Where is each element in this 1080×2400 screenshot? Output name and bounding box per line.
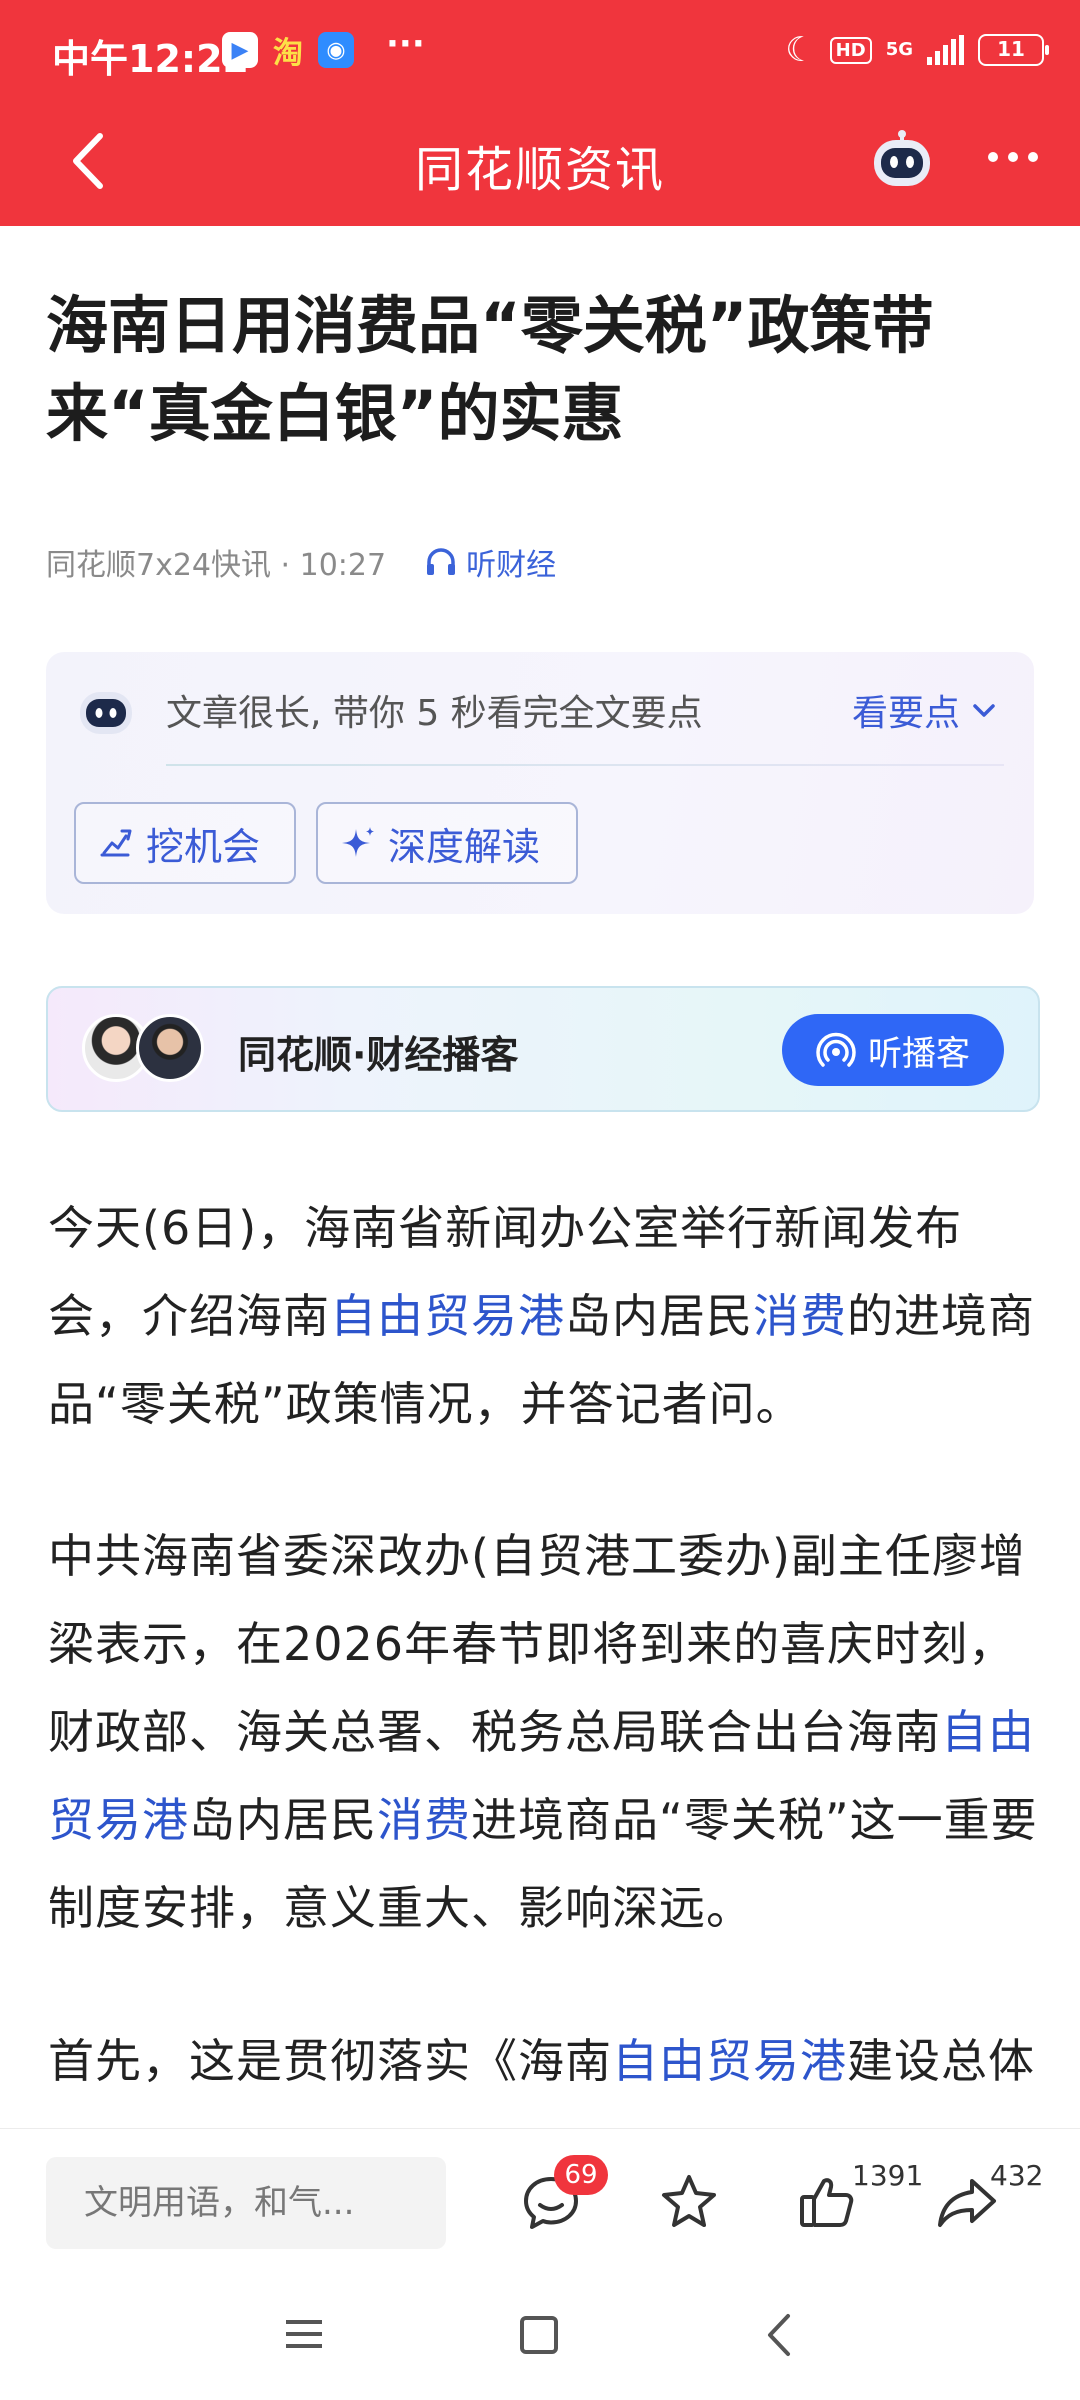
ai-assistant-button[interactable] xyxy=(866,126,938,198)
article-paragraph: 中共海南省委深改办(自贸港工委办)副主任廖增梁表示，在2026年春节即将到来的喜… xyxy=(48,1512,1044,1952)
like-button[interactable] xyxy=(794,2169,860,2239)
divider xyxy=(166,764,1004,766)
paragraph-text: 中共海南省委深改办(自贸港工委办)副主任廖增梁表示，在2026年春节即将到来的喜… xyxy=(48,1529,1026,1759)
status-app-icons: ▶ 淘 ◉ xyxy=(222,32,354,71)
article-headline: 海南日用消费品“零关税”政策带来“真金白银”的实惠 xyxy=(46,289,934,450)
video-app-icon: ▶ xyxy=(222,32,258,68)
keyword-link[interactable]: 自由贸易港 xyxy=(330,1289,565,1343)
more-icon xyxy=(988,152,998,162)
do-not-disturb-icon: ☾ xyxy=(785,30,816,70)
robot-icon xyxy=(874,130,930,186)
ai-summary-card: 文章很长, 带你 5 秒看完全文要点 看要点 挖机会 深度解读 xyxy=(46,652,1034,914)
paragraph-text: 首先，这是贯彻落实《海南 xyxy=(48,2034,612,2088)
top-nav-bar: 同花顺资讯 xyxy=(0,100,1080,226)
battery-icon: 11 xyxy=(978,34,1049,66)
sparkle-icon xyxy=(342,827,374,857)
keyword-link[interactable]: 自由贸易港 xyxy=(612,2034,847,2088)
system-back-button[interactable] xyxy=(758,2310,802,2364)
status-time: 中午12:22 xyxy=(52,37,249,81)
chevron-down-icon xyxy=(973,704,995,717)
chevron-left-icon xyxy=(768,2314,790,2356)
keyword-link[interactable]: 消费 xyxy=(377,1793,471,1847)
favorite-button[interactable] xyxy=(656,2169,722,2239)
like-count: 1391 xyxy=(852,2159,924,2192)
listen-podcast-label: 听播客 xyxy=(868,1033,970,1074)
view-key-points-button[interactable]: 看要点 xyxy=(852,684,998,736)
hd-call-icon: HD xyxy=(829,36,872,64)
host-avatar-male xyxy=(136,1014,204,1082)
article-source-time: 同花顺7x24快讯 · 10:27 xyxy=(46,548,387,583)
home-button[interactable] xyxy=(520,2316,558,2354)
menu-icon xyxy=(286,2320,322,2348)
paragraph-text: 岛内居民 xyxy=(565,1289,753,1343)
article-meta: 同花顺7x24快讯 · 10:27 听财经 xyxy=(46,540,556,584)
recent-apps-button[interactable] xyxy=(282,2312,326,2360)
share-count: 432 xyxy=(990,2159,1044,2192)
paragraph-text: 岛内居民 xyxy=(189,1793,377,1847)
article-paragraph: 首先，这是贯彻落实《海南自由贸易港建设总体方案》的具体举措 xyxy=(48,2017,1044,2115)
listen-finance-label: 听财经 xyxy=(466,548,557,583)
comment-count-badge: 69 xyxy=(554,2155,608,2195)
more-notifications-icon: ··· xyxy=(386,24,425,64)
podcast-banner[interactable]: 同花顺·财经播客 听播客 xyxy=(46,986,1040,1112)
find-opportunity-button[interactable]: 挖机会 xyxy=(74,802,296,884)
headphones-icon xyxy=(427,548,456,575)
deep-read-button[interactable]: 深度解读 xyxy=(316,802,578,884)
ai-summary-text: 文章很长, 带你 5 秒看完全文要点 xyxy=(166,693,703,734)
listen-podcast-button[interactable]: 听播客 xyxy=(782,1014,1004,1086)
deep-read-label: 深度解读 xyxy=(388,824,541,869)
find-opportunity-label: 挖机会 xyxy=(146,824,261,869)
more-options-button[interactable] xyxy=(988,152,1038,162)
excavator-icon xyxy=(100,829,132,857)
network-type-label: 5G xyxy=(885,39,913,60)
system-nav-bar xyxy=(0,2274,1080,2400)
star-icon xyxy=(662,2175,716,2227)
keyword-link[interactable]: 消费 xyxy=(753,1289,847,1343)
article-paragraph: 今天(6日)，海南省新闻办公室举行新闻发布会，介绍海南自由贸易港岛内居民消费的进… xyxy=(48,1184,1044,1448)
comment-input[interactable]: 文明用语，和气... xyxy=(46,2157,446,2249)
bottom-action-bar: 文明用语，和气... 69 1391 432 xyxy=(0,2128,1080,2274)
chat-app-icon: ◉ xyxy=(318,32,354,68)
robot-icon xyxy=(80,692,132,734)
thumbs-up-icon xyxy=(800,2178,854,2227)
view-key-points-label: 看要点 xyxy=(851,693,960,734)
status-bar: 中午12:22 ▶ 淘 ◉ ··· ☾ HD 5G 11 xyxy=(0,0,1080,100)
taobao-app-icon: 淘 xyxy=(273,36,303,71)
listen-finance-link[interactable]: 听财经 xyxy=(424,540,556,584)
podcast-title: 同花顺·财经播客 xyxy=(238,1033,519,1077)
broadcast-icon xyxy=(816,1032,856,1067)
status-indicators: ☾ HD 5G 11 xyxy=(785,30,1049,70)
signal-icon xyxy=(927,35,964,65)
